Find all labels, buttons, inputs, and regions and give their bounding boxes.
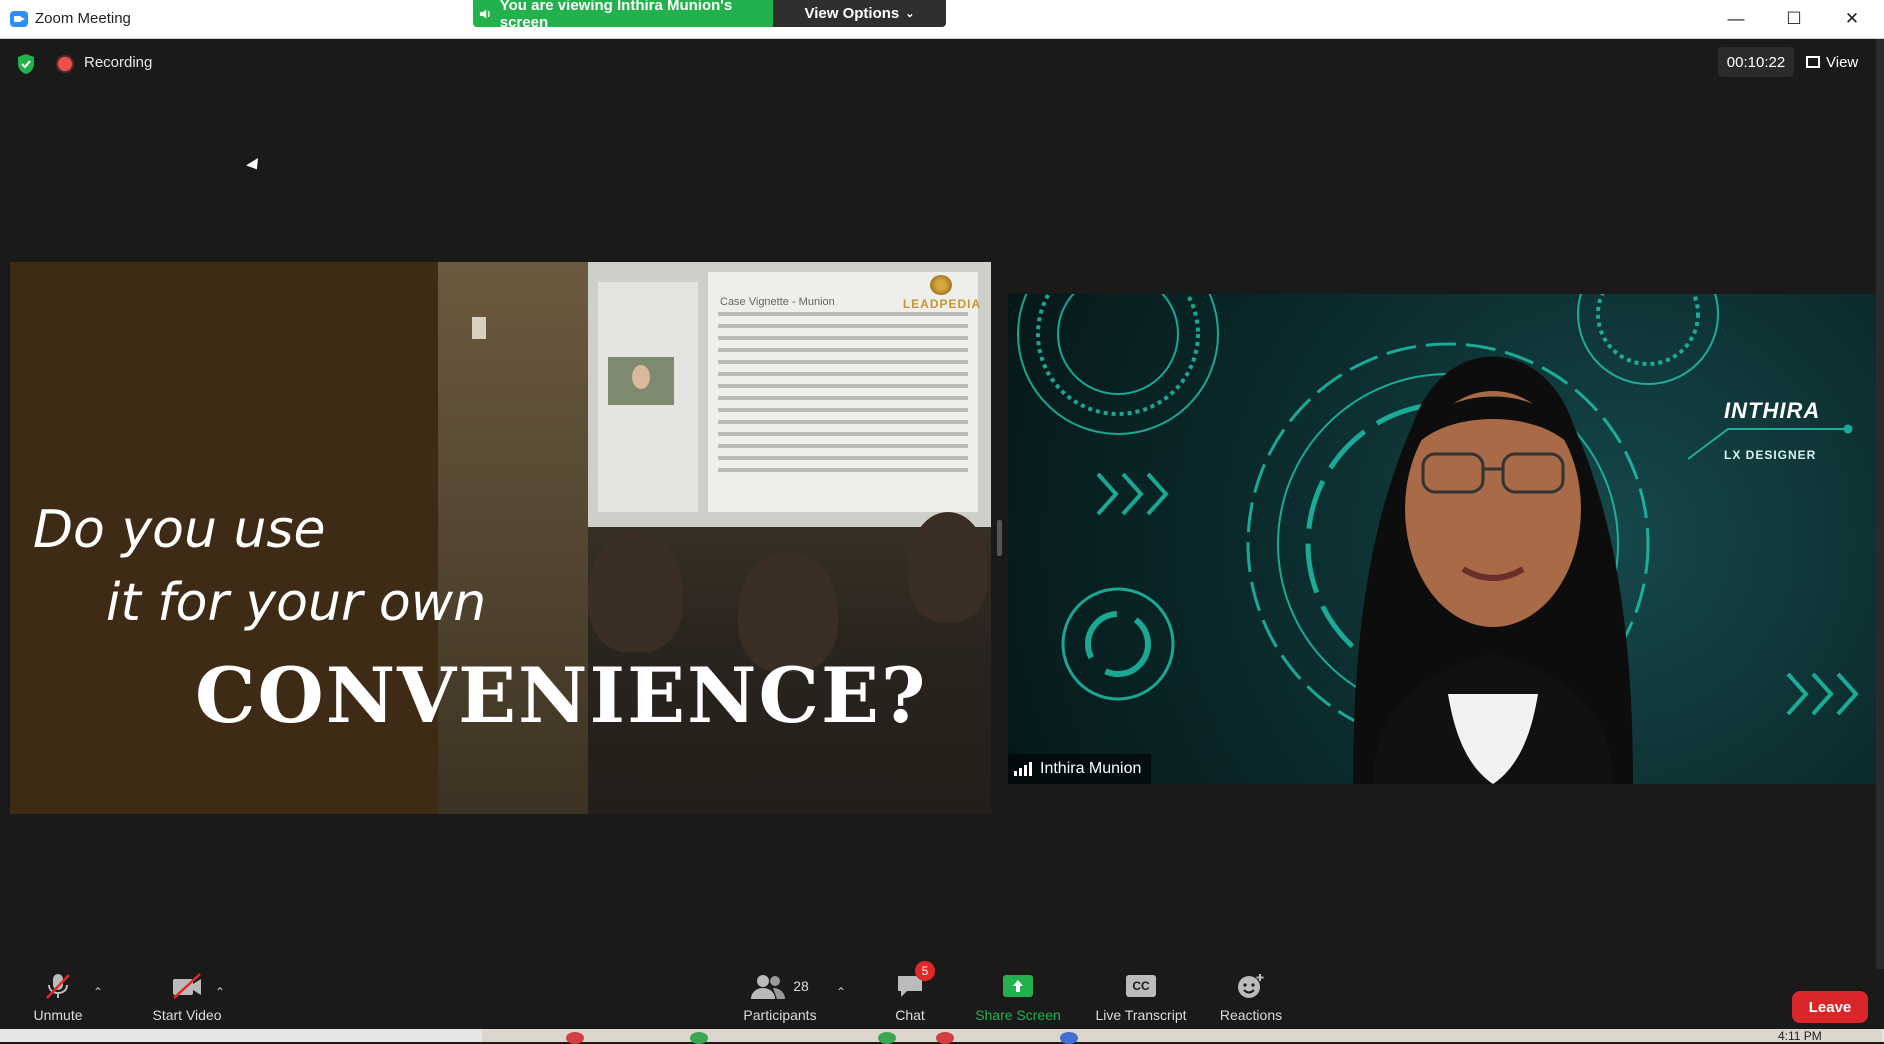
- signal-bar: [1014, 771, 1017, 776]
- taskbar-app-icon[interactable]: [936, 1032, 954, 1044]
- live-transcript-label: Live Transcript: [1095, 1007, 1187, 1023]
- signal-strength-icon: [1014, 762, 1032, 776]
- doc-title: Case Vignette - Munion: [720, 296, 835, 308]
- student-head: [908, 512, 988, 622]
- scrollbar[interactable]: [1876, 39, 1884, 969]
- participants-icon: [751, 975, 786, 999]
- meeting-toolbar: Unmute ⌃ Start Video ⌃ 28 Participants ⌃: [0, 961, 1884, 1029]
- taskbar-app-icon[interactable]: [878, 1032, 896, 1044]
- leadpedia-logo: LEADPEDIA: [900, 275, 984, 315]
- share-screen-label: Share Screen: [975, 1007, 1061, 1023]
- chat-label: Chat: [895, 1007, 925, 1023]
- microphone-muted-icon: [46, 974, 70, 999]
- shared-screen[interactable]: Case Vignette - Munion LEADPEDIA Do you …: [10, 262, 991, 814]
- taskbar-app-icon[interactable]: [1060, 1032, 1078, 1044]
- video-off-icon: [173, 973, 201, 999]
- view-label: View: [1826, 53, 1859, 71]
- participant-video-tile[interactable]: INTHIRA LX DESIGNER Inthira Munion: [1008, 294, 1876, 784]
- slide-text-line3: CONVENIENCE?: [195, 651, 928, 740]
- doc-line: [718, 408, 968, 412]
- viewing-indicator: You are viewing Inthira Munion's screen: [473, 0, 773, 31]
- student-head: [588, 532, 683, 652]
- audio-options-caret-icon[interactable]: ⌃: [93, 985, 103, 999]
- window-title: Zoom Meeting: [35, 10, 131, 27]
- reactions-button[interactable]: Reactions: [1208, 969, 1294, 1029]
- leave-button[interactable]: Leave: [1792, 991, 1868, 1023]
- participants-caret-icon[interactable]: ⌃: [836, 985, 846, 999]
- doc-line: [718, 456, 968, 460]
- grid-icon: [1806, 56, 1820, 68]
- closed-caption-icon: CC: [1126, 975, 1156, 997]
- taskbar-clock: 4:11 PM: [1778, 1029, 1822, 1043]
- unmute-button[interactable]: Unmute: [22, 969, 94, 1029]
- recording-label: Recording: [84, 54, 153, 71]
- doc-line: [718, 432, 968, 436]
- doc-line: [718, 384, 968, 388]
- maximize-button[interactable]: ☐: [1765, 0, 1823, 38]
- doc-line: [718, 324, 968, 328]
- video-options-caret-icon[interactable]: ⌃: [215, 985, 225, 999]
- chat-badge: 5: [915, 961, 935, 981]
- overlay-role: LX DESIGNER: [1724, 448, 1817, 462]
- participant-name: Inthira Munion: [1040, 760, 1142, 777]
- remote-participant-thumbnail: [608, 357, 674, 405]
- os-taskbar: 4:11 PM: [0, 1029, 1884, 1044]
- live-transcript-button[interactable]: CC Live Transcript: [1086, 969, 1196, 1029]
- reactions-icon: [1238, 974, 1264, 998]
- close-button[interactable]: ✕: [1823, 0, 1881, 38]
- viewing-text: You are viewing Inthira Munion's screen: [499, 0, 733, 31]
- view-options-label: View Options: [804, 5, 900, 22]
- share-screen-button[interactable]: Share Screen: [966, 969, 1070, 1029]
- view-options-button[interactable]: View Options ⌄: [773, 0, 946, 27]
- doc-line: [718, 396, 968, 400]
- doc-line: [718, 348, 968, 352]
- signal-bar: [1019, 768, 1022, 776]
- reactions-label: Reactions: [1219, 1007, 1283, 1023]
- signal-bar: [1029, 762, 1032, 776]
- meeting-timer: 00:10:22: [1718, 47, 1794, 77]
- screen-share-banner: You are viewing Inthira Munion's screen …: [473, 0, 946, 31]
- zoom-app-icon: [10, 11, 28, 27]
- split-divider-handle[interactable]: [997, 520, 1002, 556]
- doc-line: [718, 372, 968, 376]
- light-switch: [472, 317, 486, 339]
- logo-text: LEADPEDIA: [902, 297, 982, 311]
- minimize-button[interactable]: —: [1707, 0, 1765, 38]
- speaker-icon: [479, 8, 490, 19]
- taskbar-app-icon[interactable]: [566, 1032, 584, 1044]
- slide-text-line1: Do you use: [33, 500, 326, 560]
- chat-button[interactable]: 5 Chat: [880, 961, 940, 1029]
- signal-bar: [1024, 765, 1027, 776]
- start-video-button[interactable]: Start Video: [132, 969, 242, 1029]
- taskbar-app-icon[interactable]: [690, 1032, 708, 1044]
- shield-icon[interactable]: [16, 53, 36, 75]
- mouse-cursor-icon: [246, 158, 263, 174]
- doc-line: [718, 468, 968, 472]
- participant-person: [1353, 356, 1633, 784]
- doc-line: [718, 444, 968, 448]
- chevron-down-icon: ⌄: [905, 8, 915, 20]
- doc-line: [718, 420, 968, 424]
- unmute-label: Unmute: [33, 1007, 83, 1023]
- start-video-label: Start Video: [152, 1007, 222, 1023]
- slide-text-line2: it for your own: [106, 573, 487, 633]
- recording-icon[interactable]: [58, 57, 72, 71]
- participant-name-tag: Inthira Munion: [1008, 754, 1152, 784]
- doc-line: [718, 336, 968, 340]
- doc-line: [718, 360, 968, 364]
- tree-logo-icon: [930, 275, 952, 295]
- share-screen-icon: [1003, 975, 1033, 997]
- participants-button[interactable]: 28 Participants: [730, 969, 830, 1029]
- overlay-name: INTHIRA: [1724, 398, 1821, 423]
- participants-label: Participants: [743, 1007, 817, 1023]
- view-button[interactable]: View: [1806, 47, 1872, 77]
- participants-count: 28: [793, 978, 809, 994]
